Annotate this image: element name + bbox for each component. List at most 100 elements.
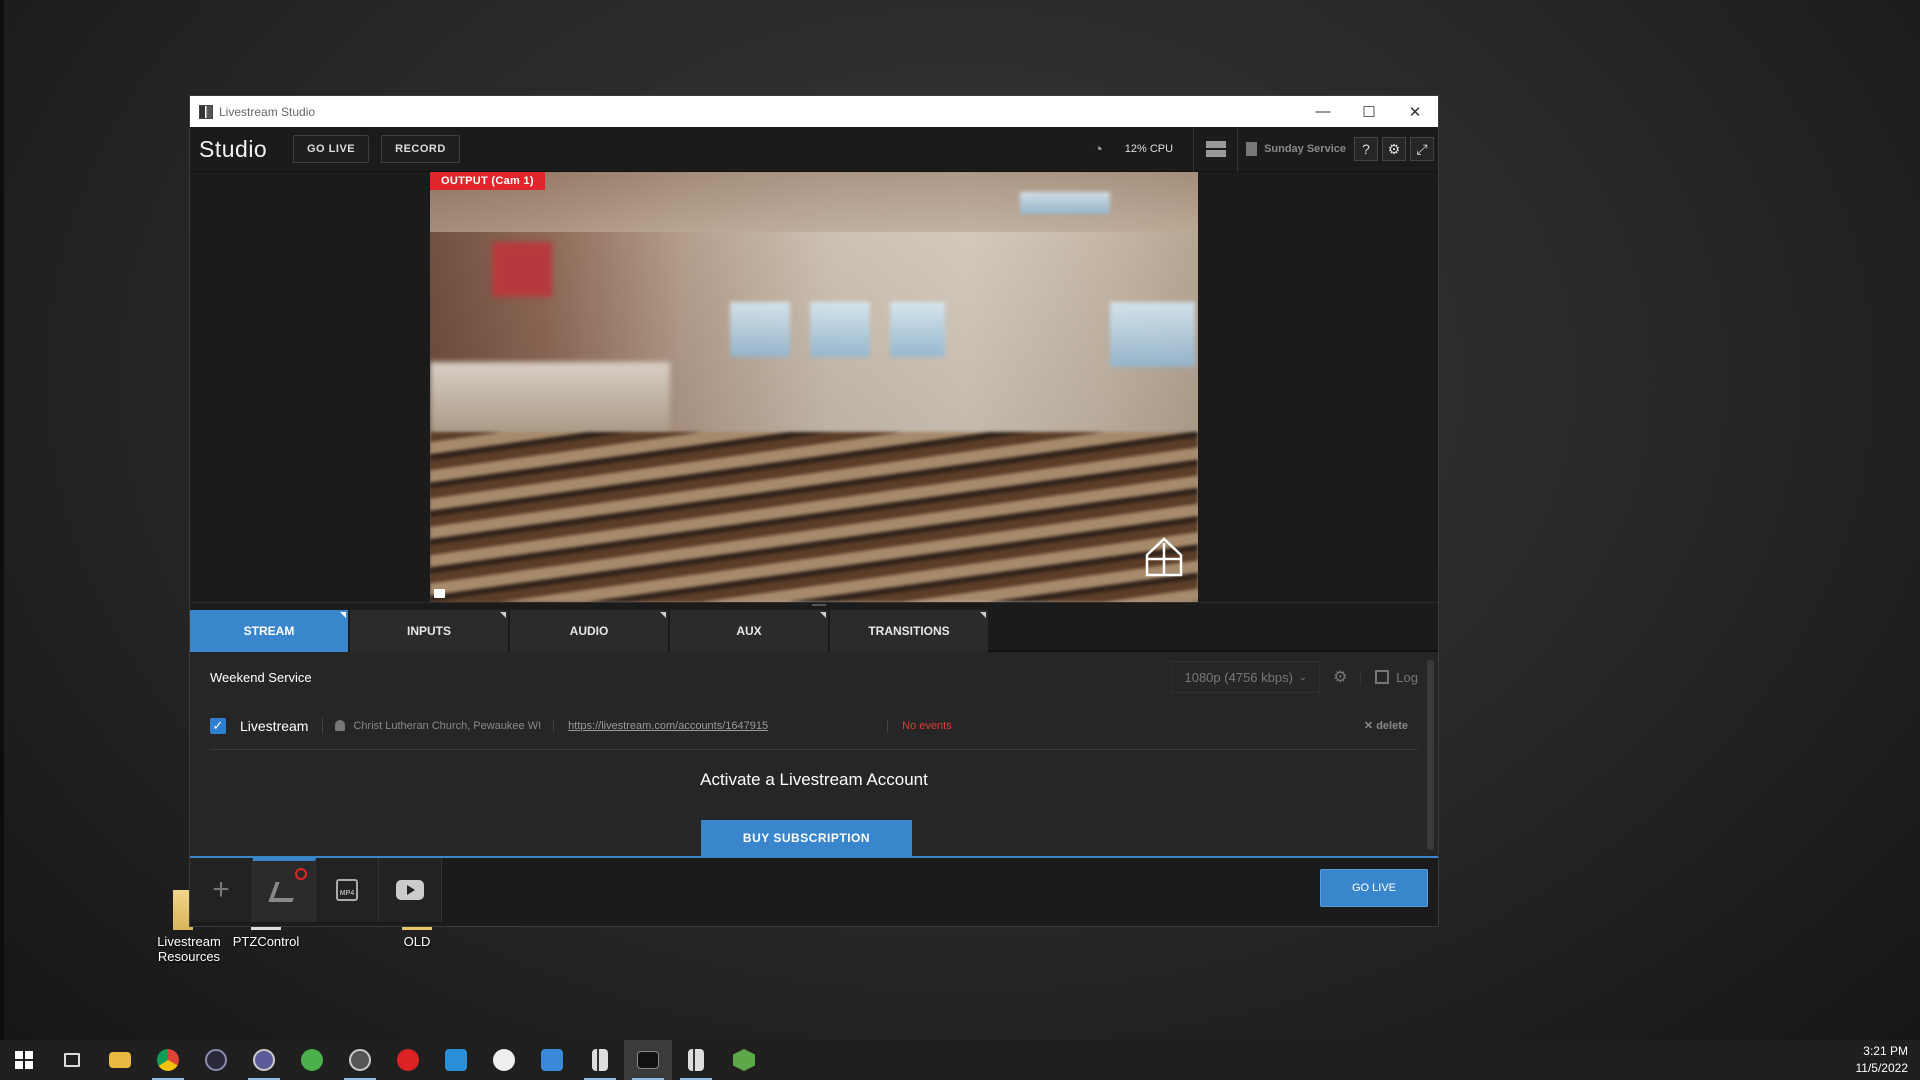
livestream-logo-icon [268, 881, 300, 902]
taskbar-app-studio[interactable] [672, 1040, 720, 1080]
terminal-icon [637, 1051, 659, 1069]
fullscreen-button[interactable]: ⤢ [1410, 137, 1434, 161]
tab-audio[interactable]: AUDIO [510, 610, 668, 652]
output-video-preview[interactable]: OUTPUT (Cam 1) [430, 172, 1198, 602]
youtube-destination-button[interactable] [379, 858, 442, 922]
destination-row: ✓ Livestream Christ Lutheran Church, Pew… [210, 702, 1418, 750]
taskbar-file-explorer[interactable] [96, 1040, 144, 1080]
youtube-icon [396, 880, 424, 900]
app-icon [205, 1049, 227, 1071]
destination-checkbox[interactable]: ✓ [210, 717, 226, 734]
taskbar-app-livestream[interactable] [576, 1040, 624, 1080]
task-view-icon [64, 1053, 80, 1067]
maximize-button[interactable]: ☐ [1346, 96, 1392, 127]
tab-inputs[interactable]: INPUTS [350, 610, 508, 652]
add-destination-button[interactable]: + [190, 858, 253, 922]
event-status: No events [902, 719, 952, 732]
taskbar-app-red[interactable] [384, 1040, 432, 1080]
taskbar-app-obs[interactable] [192, 1040, 240, 1080]
tab-transitions[interactable]: TRANSITIONS [830, 610, 988, 652]
account-url-link[interactable]: https://livestream.com/accounts/1647915 [554, 719, 889, 732]
taskbar-chrome[interactable] [144, 1040, 192, 1080]
lock-icon [434, 589, 445, 598]
clock-date: 11/5/2022 [1855, 1061, 1909, 1075]
studio-toolbar: Studio GO LIVE RECORD ◔ 12% CPU Sunday S… [190, 126, 1438, 172]
log-label: Log [1396, 669, 1418, 685]
quality-value: 1080p (4756 kbps) [1184, 669, 1293, 685]
panel-resize-handle[interactable] [190, 602, 1438, 610]
livestream-studio-window: Livestream Studio — ☐ ✕ Studio GO LIVE R… [189, 95, 1439, 927]
taskbar-app-blue[interactable] [528, 1040, 576, 1080]
cpu-usage: 12% CPU [1124, 143, 1174, 155]
globe-icon [349, 1049, 371, 1071]
destinations-bar: + MP4 GO LIVE [190, 856, 1438, 922]
gear-icon: ⚙ [1387, 140, 1401, 157]
desktop-edge [0, 0, 4, 1040]
delete-destination-button[interactable]: ✕ delete [1364, 719, 1408, 732]
taskbar-app-upload[interactable] [288, 1040, 336, 1080]
video-window [1020, 192, 1110, 214]
account-name: Christ Lutheran Church, Pewaukee WI [353, 719, 542, 732]
quality-dropdown[interactable]: 1080p (4756 kbps) ⌄ [1171, 661, 1321, 693]
stream-name: Weekend Service [210, 669, 312, 685]
project-selector[interactable]: Sunday Service [1238, 142, 1354, 156]
bottom-tabs: STREAM INPUTS AUDIO AUX TRANSITIONS [190, 610, 1438, 652]
folder-icon [109, 1052, 131, 1068]
close-icon: ✕ [1363, 720, 1377, 732]
windows-taskbar: 3:21 PM 11/5/2022 [0, 1040, 1920, 1080]
error-badge-icon [295, 868, 307, 880]
video-window [810, 302, 870, 357]
output-label: OUTPUT (Cam 1) [430, 172, 545, 190]
go-live-button-top[interactable]: GO LIVE [293, 135, 370, 163]
taskbar-app-dialer[interactable] [240, 1040, 288, 1080]
desktop-icon-label: OLD [403, 934, 431, 949]
video-window [890, 302, 945, 357]
clock-time: 3:21 PM [1863, 1044, 1908, 1058]
system-clock[interactable]: 3:21 PM 11/5/2022 [1856, 1043, 1909, 1077]
livestream-destination-button[interactable] [253, 858, 316, 922]
video-window [1110, 302, 1195, 367]
speedometer-icon: ◔ [1093, 140, 1103, 158]
chevron-down-icon: ⌄ [1298, 671, 1308, 683]
vscode-icon [445, 1049, 467, 1071]
destination-account: Christ Lutheran Church, Pewaukee WI [323, 719, 555, 732]
church-logo-icon [1145, 537, 1183, 577]
settings-button[interactable]: ⚙ [1382, 137, 1406, 161]
tab-stream[interactable]: STREAM [190, 610, 348, 652]
livestream-icon [592, 1049, 608, 1071]
chrome-icon [157, 1049, 179, 1071]
taskbar-terminal[interactable] [624, 1040, 672, 1080]
start-button[interactable] [0, 1040, 48, 1080]
taskbar-nodejs[interactable] [720, 1040, 768, 1080]
preview-area: OUTPUT (Cam 1) [190, 172, 1438, 602]
desktop-icon-label: Resources [157, 949, 221, 964]
log-button[interactable]: Log [1360, 669, 1418, 685]
taskbar-app-network[interactable] [336, 1040, 384, 1080]
upload-icon [301, 1049, 323, 1071]
layout-icon [1205, 141, 1226, 157]
livestream-app-icon [199, 104, 213, 119]
minimize-button[interactable]: — [1300, 96, 1346, 127]
document-icon [1246, 142, 1258, 156]
buy-subscription-button[interactable]: BUY SUBSCRIPTION [701, 820, 912, 856]
window-title: Livestream Studio [219, 104, 316, 119]
help-button[interactable]: ? [1354, 137, 1378, 161]
gear-icon: ⚙ [1333, 669, 1348, 686]
layout-toggle-button[interactable] [1193, 126, 1239, 172]
stream-settings-button[interactable]: ⚙ [1320, 667, 1360, 687]
task-view-button[interactable] [48, 1040, 96, 1080]
record-button[interactable]: RECORD [381, 135, 460, 163]
taskbar-app-clock[interactable] [480, 1040, 528, 1080]
go-live-button[interactable]: GO LIVE [1320, 869, 1428, 907]
app-icon [541, 1049, 563, 1071]
help-icon: ? [1362, 141, 1370, 157]
video-banner [492, 242, 552, 297]
delete-label: delete [1376, 720, 1408, 732]
desktop-icon-label: PTZControl [232, 934, 300, 949]
taskbar-vscode[interactable] [432, 1040, 480, 1080]
tab-aux[interactable]: AUX [670, 610, 828, 652]
panel-scrollbar[interactable] [1427, 660, 1434, 850]
window-titlebar[interactable]: Livestream Studio — ☐ ✕ [190, 96, 1438, 127]
mp4-destination-button[interactable]: MP4 [316, 858, 379, 922]
close-button[interactable]: ✕ [1392, 96, 1438, 127]
